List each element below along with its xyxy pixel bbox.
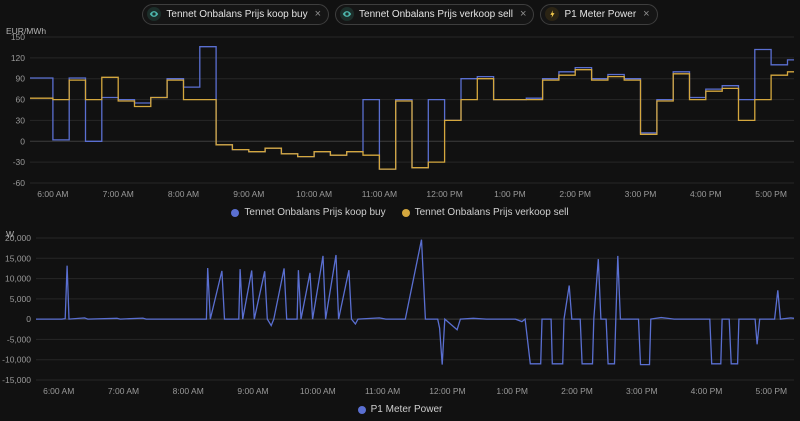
legend-label: Tennet Onbalans Prijs verkoop sell [414,207,569,218]
price-step-chart[interactable]: 1501209060300-30-606:00 AM 7:00 AM 8:00 AM… [0,27,800,205]
svg-text:12:00 PM: 12:00 PM [429,386,465,396]
svg-text:15,000: 15,000 [5,253,31,263]
power-line-chart[interactable]: 20,00015,00010,0005,0000-5,000-10,000-15… [0,230,800,402]
svg-text:-30: -30 [13,157,26,167]
svg-text:7:00 AM: 7:00 AM [108,386,139,396]
svg-text:-15,000: -15,000 [2,375,31,385]
svg-text:120: 120 [11,53,25,63]
legend-dot [231,208,240,217]
power-chart-block: W 20,000 15,000 10,000 5,000 0 -5,000 -10,000-… [0,229,800,417]
legend-label: P1 Meter Power [370,404,443,415]
svg-text:9:00 AM: 9:00 AM [233,189,264,199]
svg-text:10:00 AM: 10:00 AM [300,386,336,396]
svg-text:5:00 PM: 5:00 PM [755,189,787,199]
svg-text:90: 90 [16,74,26,84]
legend-item-koop-buy[interactable]: Tennet Onbalans Prijs koop buy [231,207,386,218]
svg-text:11:00 AM: 11:00 AM [365,386,400,396]
svg-text:2:00 PM: 2:00 PM [561,386,593,396]
eye-icon [147,7,162,21]
svg-text:10:00 AM: 10:00 AM [296,189,332,199]
svg-text:8:00 AM: 8:00 AM [173,386,204,396]
svg-text:4:00 PM: 4:00 PM [691,386,723,396]
svg-text:11:00 AM: 11:00 AM [362,189,397,199]
lightning-bolt-icon [545,7,560,21]
legend-item-p1-meter-power[interactable]: P1 Meter Power [357,404,443,415]
y-axis-unit-label: EUR/MWh [6,26,47,36]
price-chart-block: EUR/MWh 150 120 90 60 30 0 -30 -60 6:00 AM 7:00 A… [0,26,800,220]
svg-text:7:00 AM: 7:00 AM [103,189,134,199]
entity-filter-chips: Tennet Onbalans Prijs koop buy × Tennet … [0,0,800,27]
price-chart-legend: Tennet Onbalans Prijs koop buy Tennet On… [0,205,800,220]
svg-text:4:00 PM: 4:00 PM [690,189,722,199]
svg-text:2:00 PM: 2:00 PM [559,189,591,199]
svg-text:6:00 AM: 6:00 AM [37,189,68,199]
power-chart-legend: P1 Meter Power [0,402,800,417]
legend-label: Tennet Onbalans Prijs koop buy [244,207,386,218]
svg-text:1:00 PM: 1:00 PM [494,189,526,199]
svg-text:60: 60 [16,95,26,105]
legend-item-verkoop-sell[interactable]: Tennet Onbalans Prijs verkoop sell [401,207,569,218]
close-icon[interactable]: × [641,8,649,20]
chip-tennet-koop-buy[interactable]: Tennet Onbalans Prijs koop buy × [142,3,330,25]
svg-text:5:00 PM: 5:00 PM [755,386,787,396]
chip-p1-meter-power[interactable]: P1 Meter Power × [540,3,658,25]
svg-text:1:00 PM: 1:00 PM [496,386,528,396]
svg-text:0: 0 [26,314,31,324]
svg-text:8:00 AM: 8:00 AM [168,189,199,199]
svg-text:30: 30 [16,115,26,125]
legend-dot [357,405,366,414]
chip-label: P1 Meter Power [564,8,637,20]
svg-text:12:00 PM: 12:00 PM [426,189,462,199]
svg-text:0: 0 [20,136,25,146]
eye-icon [340,7,355,21]
svg-text:-10,000: -10,000 [2,355,31,365]
svg-text:9:00 AM: 9:00 AM [237,386,268,396]
svg-text:-60: -60 [13,178,26,188]
svg-text:5,000: 5,000 [10,294,32,304]
svg-text:6:00 AM: 6:00 AM [43,386,74,396]
svg-text:10,000: 10,000 [5,274,31,284]
legend-dot [401,208,410,217]
close-icon[interactable]: × [313,8,321,20]
svg-text:3:00 PM: 3:00 PM [625,189,657,199]
close-icon[interactable]: × [518,8,526,20]
svg-text:3:00 PM: 3:00 PM [626,386,658,396]
svg-text:-5,000: -5,000 [7,334,31,344]
y-axis-unit-label: W [6,229,15,239]
chip-label: Tennet Onbalans Prijs koop buy [166,8,308,20]
chip-label: Tennet Onbalans Prijs verkoop sell [359,8,514,20]
chip-tennet-verkoop-sell[interactable]: Tennet Onbalans Prijs verkoop sell × [335,3,535,25]
